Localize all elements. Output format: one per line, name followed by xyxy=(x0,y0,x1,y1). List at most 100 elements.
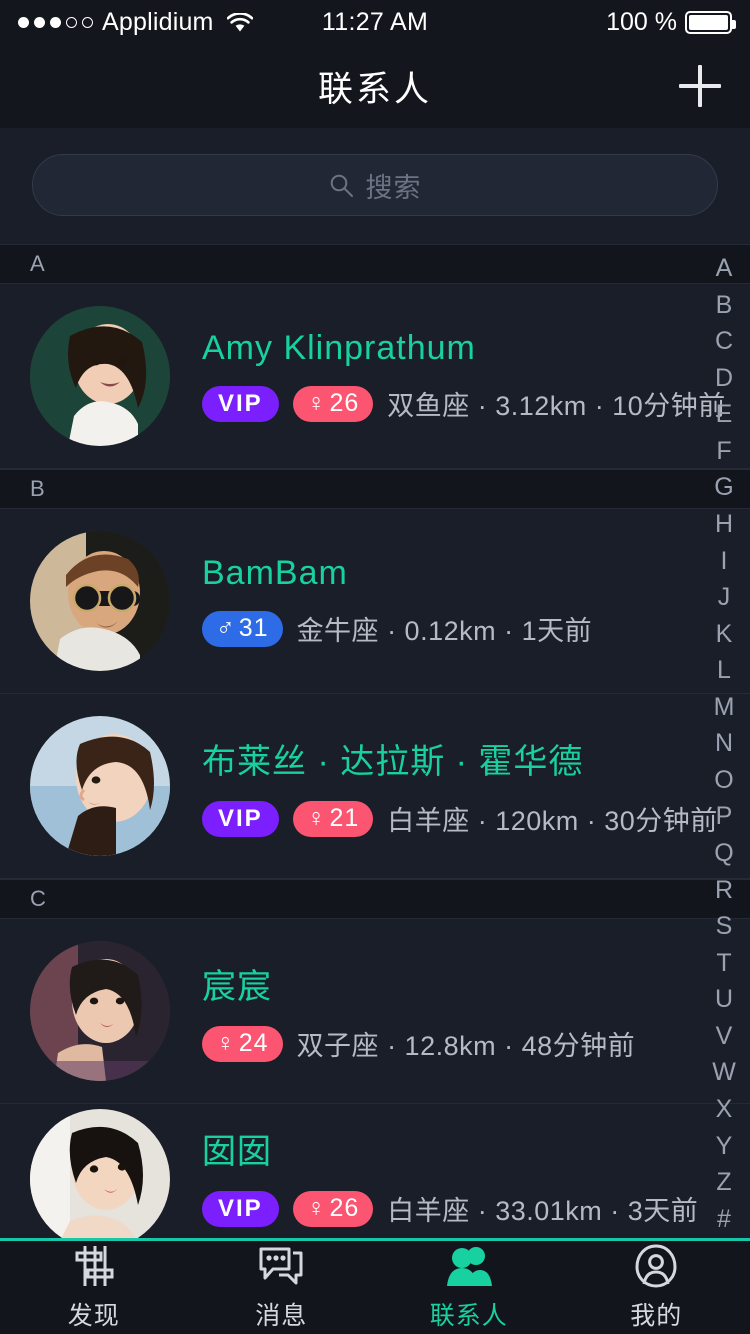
search-icon xyxy=(329,173,354,198)
contact-info: 宸宸 ♀ 24 双子座 · 12.8km · 48分钟前 xyxy=(202,959,635,1063)
tab-messages[interactable]: 消息 xyxy=(188,1244,376,1332)
contact-meta-text: 白羊座 · 120km · 30分钟前 xyxy=(387,806,718,836)
index-letter[interactable]: S xyxy=(716,914,733,939)
age-value: 31 xyxy=(238,614,269,642)
tab-label: 联系人 xyxy=(429,1301,508,1330)
contact-meta-text: 白羊座 · 33.01km · 3天前 xyxy=(387,1196,699,1226)
battery-icon xyxy=(685,10,736,34)
vip-badge: VIP xyxy=(202,385,279,422)
index-letter[interactable]: F xyxy=(716,438,731,464)
contact-info: 囡囡 VIP ♀ 26 白羊座 · 33.01km · 3天前 xyxy=(202,1124,698,1228)
avatar[interactable] xyxy=(30,716,170,856)
contact-meta-row: VIP ♀ 26 双鱼座 · 3.12km · 10分钟前 xyxy=(202,384,726,423)
contact-info: 布莱丝 · 达拉斯 · 霍华德 VIP ♀ 21 白羊座 · 120km · 3… xyxy=(202,734,718,838)
index-letter[interactable]: Q xyxy=(714,841,733,866)
contact-name: BamBam xyxy=(202,554,348,592)
tab-contacts[interactable]: 联系人 xyxy=(375,1244,563,1332)
index-letter[interactable]: Z xyxy=(716,1170,731,1195)
female-icon: ♀ xyxy=(216,1029,236,1057)
gender-age-badge: ♀ 26 xyxy=(292,1190,374,1227)
contact-meta-row: ♀ 24 双子座 · 12.8km · 48分钟前 xyxy=(202,1024,635,1063)
tab-label: 发现 xyxy=(67,1301,120,1330)
vip-badge: VIP xyxy=(202,1190,279,1227)
status-bar: Applidium 11:27 AM 100 % xyxy=(0,0,750,44)
contact-meta-row: VIP ♀ 21 白羊座 · 120km · 30分钟前 xyxy=(202,799,718,838)
age-value: 24 xyxy=(238,1029,269,1057)
chat-bubbles-icon xyxy=(257,1244,305,1288)
search-section: 搜索 xyxy=(0,128,750,244)
discover-sliders-icon xyxy=(71,1244,117,1288)
contact-name: 宸宸 xyxy=(202,968,272,1006)
tab-discover[interactable]: 发现 xyxy=(0,1244,188,1332)
index-letter[interactable]: M xyxy=(714,694,735,720)
female-icon: ♀ xyxy=(306,804,327,832)
index-letter[interactable]: K xyxy=(716,621,733,647)
contact-meta-text: 金牛座 · 0.12km · 1天前 xyxy=(296,616,593,646)
contact-row[interactable]: 布莱丝 · 达拉斯 · 霍华德 VIP ♀ 21 白羊座 · 120km · 3… xyxy=(0,694,750,879)
male-icon: ♂ xyxy=(216,614,236,642)
tab-label: 我的 xyxy=(630,1301,683,1330)
status-bar-right: 100 % xyxy=(606,7,736,37)
tab-label: 消息 xyxy=(255,1301,308,1330)
alphabet-index-bar[interactable]: A B C D E F G H I J K L M N O P Q R S T U V W X Y Z # xyxy=(698,250,750,1238)
age-value: 26 xyxy=(329,1194,360,1222)
contact-row[interactable]: Amy Klinprathum VIP ♀ 26 双鱼座 · 3.12km · … xyxy=(0,284,750,469)
index-letter[interactable]: G xyxy=(714,475,733,500)
gender-age-badge: ♀ 24 xyxy=(202,1025,283,1062)
index-letter[interactable]: X xyxy=(716,1096,733,1122)
contact-meta-text: 双子座 · 12.8km · 48分钟前 xyxy=(296,1031,636,1061)
index-letter[interactable]: U xyxy=(715,987,733,1012)
female-icon: ♀ xyxy=(306,389,327,417)
index-letter[interactable]: H xyxy=(715,511,733,537)
index-letter[interactable]: P xyxy=(716,804,733,829)
section-header: B xyxy=(0,469,750,509)
index-letter[interactable]: I xyxy=(721,548,728,574)
index-letter[interactable]: B xyxy=(716,292,733,318)
index-letter[interactable]: O xyxy=(714,767,733,793)
contact-meta-row: VIP ♀ 26 白羊座 · 33.01km · 3天前 xyxy=(202,1189,698,1228)
index-letter[interactable]: W xyxy=(712,1060,736,1085)
index-letter[interactable]: N xyxy=(715,731,733,756)
contact-info: BamBam ♂ 31 金牛座 · 0.12km · 1天前 xyxy=(202,554,592,648)
avatar[interactable] xyxy=(30,306,170,446)
avatar[interactable] xyxy=(30,1109,170,1249)
gender-age-badge: ♂ 31 xyxy=(202,610,283,647)
age-value: 21 xyxy=(329,804,360,832)
index-letter[interactable]: L xyxy=(717,658,731,683)
avatar[interactable] xyxy=(30,531,170,671)
avatar[interactable] xyxy=(30,941,170,1081)
contact-name: 囡囡 xyxy=(202,1133,272,1171)
female-icon: ♀ xyxy=(306,1194,327,1222)
age-value: 26 xyxy=(329,389,360,417)
navigation-bar: 联系人 xyxy=(0,44,750,128)
vip-badge: VIP xyxy=(202,800,279,837)
contact-list[interactable]: A Amy Klinprathum VIP ♀ 26 双鱼座 · 3.12km … xyxy=(0,244,750,1249)
contact-meta-row: ♂ 31 金牛座 · 0.12km · 1天前 xyxy=(202,609,592,648)
index-letter[interactable]: E xyxy=(716,402,733,427)
index-letter[interactable]: V xyxy=(716,1023,733,1049)
gender-age-badge: ♀ 26 xyxy=(292,385,374,422)
index-letter[interactable]: A xyxy=(716,256,733,281)
app-screen: Applidium 11:27 AM 100 % 联系人 搜索 A Amy Kl… xyxy=(0,0,750,1334)
index-letter[interactable]: C xyxy=(715,329,733,354)
contact-name: Amy Klinprathum xyxy=(202,329,476,367)
contact-row[interactable]: BamBam ♂ 31 金牛座 · 0.12km · 1天前 xyxy=(0,509,750,694)
index-letter[interactable]: J xyxy=(718,585,731,610)
tab-bar: 发现 消息 联系人 我的 xyxy=(0,1238,750,1334)
contact-row[interactable]: 宸宸 ♀ 24 双子座 · 12.8km · 48分钟前 xyxy=(0,919,750,1104)
index-letter[interactable]: # xyxy=(717,1206,731,1232)
index-letter[interactable]: R xyxy=(715,877,733,903)
profile-person-icon xyxy=(633,1243,679,1288)
search-input[interactable]: 搜索 xyxy=(32,154,718,216)
gender-age-badge: ♀ 21 xyxy=(292,800,374,837)
index-letter[interactable]: Y xyxy=(716,1133,733,1159)
index-letter[interactable]: T xyxy=(716,950,731,976)
battery-percentage: 100 % xyxy=(606,7,677,36)
section-header: C xyxy=(0,879,750,919)
tab-profile[interactable]: 我的 xyxy=(563,1243,750,1332)
search-placeholder: 搜索 xyxy=(365,172,422,203)
contact-row[interactable]: 囡囡 VIP ♀ 26 白羊座 · 33.01km · 3天前 xyxy=(0,1104,750,1249)
add-contact-button[interactable] xyxy=(674,60,726,112)
contact-info: Amy Klinprathum VIP ♀ 26 双鱼座 · 3.12km · … xyxy=(202,329,726,423)
index-letter[interactable]: D xyxy=(715,365,733,391)
